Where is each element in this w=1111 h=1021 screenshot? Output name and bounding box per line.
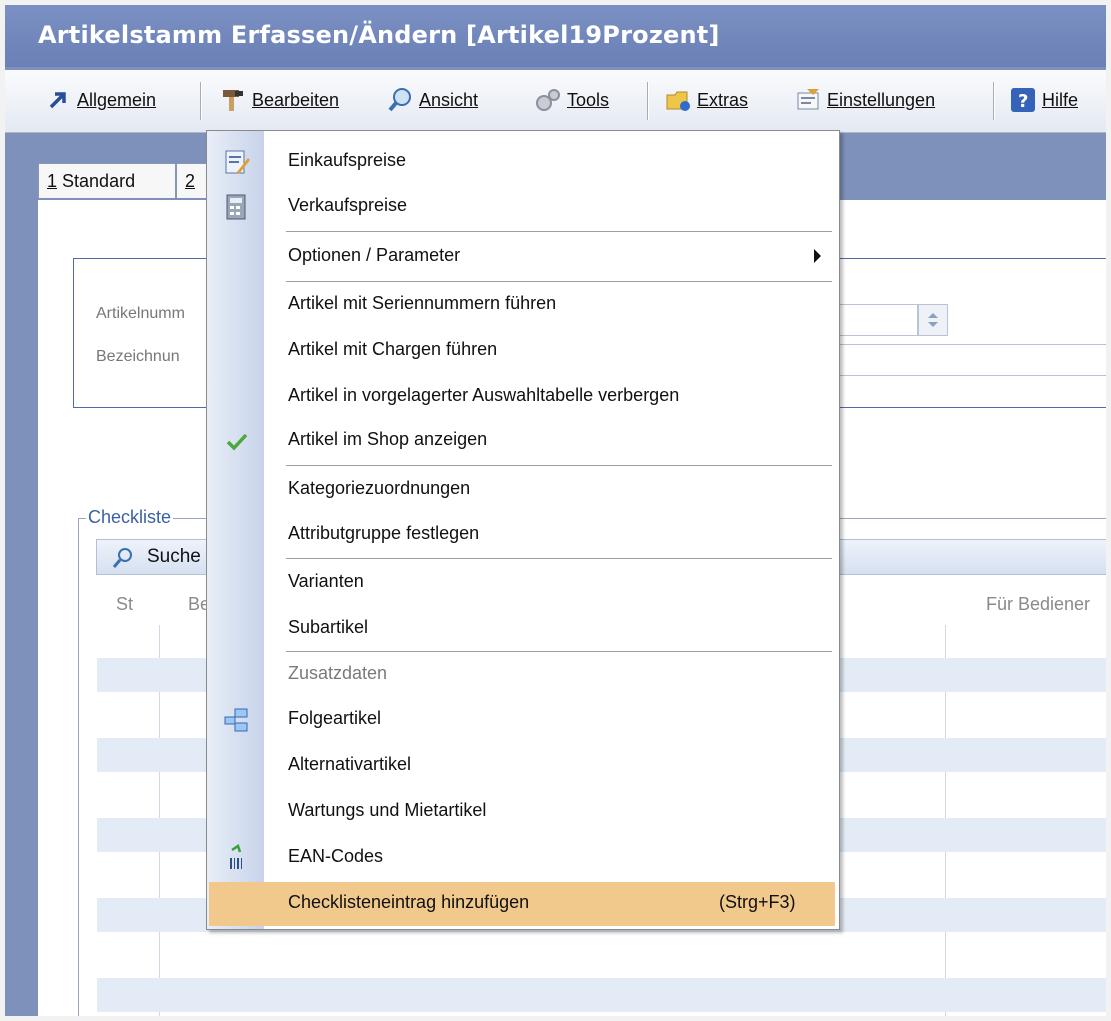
- menu-item-ean-codes[interactable]: EAN-Codes: [209, 836, 835, 880]
- title-bar: Artikelstamm Erfassen/Ändern [Artikel19P…: [5, 5, 1106, 67]
- menu-item-label: Verkaufspreise: [288, 195, 408, 215]
- menu-item-label: Folgeartikel: [288, 708, 382, 728]
- menu-item-label: EAN-Codes: [288, 846, 384, 866]
- menu-bearbeiten-label: Bearbeiten: [252, 89, 340, 110]
- magnifier-icon: [387, 87, 413, 113]
- menu-einstellungen[interactable]: Einstellungen: [795, 83, 935, 117]
- checklist-legend: Checkliste: [86, 507, 174, 528]
- menu-item-subartikel[interactable]: Subartikel: [209, 607, 835, 651]
- menu-item-label: Wartungs und Mietartikel: [288, 800, 487, 820]
- menu-item-kategoriezuordnungen[interactable]: Kategoriezuordnungen: [209, 468, 835, 512]
- column-header-fuer-bediener[interactable]: Für Bediener: [986, 594, 1090, 615]
- bezeichnung-label: Bezeichnun: [96, 348, 180, 365]
- menu-item-wartungs-mietartikel[interactable]: Wartungs und Mietartikel: [209, 790, 835, 834]
- menu-separator: [286, 281, 832, 282]
- menu-bar: Allgemein Bearbeiten Ansicht Tools Extra…: [5, 70, 1106, 133]
- menu-item-attributgruppe[interactable]: Attributgruppe festlegen: [209, 513, 835, 557]
- settings-icon: [795, 87, 821, 113]
- window-title: Artikelstamm Erfassen/Ändern [Artikel19P…: [38, 21, 720, 49]
- menu-item-label: Subartikel: [288, 617, 369, 637]
- menu-item-label: Varianten: [288, 571, 364, 591]
- folder-icon: [665, 87, 691, 113]
- menu-separator: [286, 465, 832, 466]
- menu-extras[interactable]: Extras: [665, 83, 748, 117]
- menu-item-auswahltabelle-verbergen[interactable]: Artikel in vorgelagerter Auswahltabelle …: [209, 375, 835, 419]
- menu-bearbeiten[interactable]: Bearbeiten: [220, 83, 339, 117]
- menu-item-checklisteneintrag-hinzufuegen[interactable]: Checklisteneintrag hinzufügen (Strg+F3): [209, 882, 835, 926]
- tab-standard-number: 1: [47, 171, 58, 191]
- menu-item-seriennummern[interactable]: Artikel mit Seriennummern führen: [209, 283, 835, 327]
- checkmark-icon: [223, 427, 251, 455]
- menu-item-shortcut: (Strg+F3): [719, 892, 796, 912]
- menu-item-einkaufspreise[interactable]: Einkaufspreise: [209, 140, 835, 184]
- bearbeiten-dropdown-menu: Einkaufspreise Verkaufspreise Optionen /…: [206, 130, 840, 930]
- svg-text:?: ?: [1018, 91, 1028, 112]
- menu-item-label: Artikel mit Chargen führen: [288, 339, 498, 359]
- search-icon: [112, 548, 132, 568]
- menu-tools[interactable]: Tools: [535, 83, 609, 117]
- menu-item-label: Checklisteneintrag hinzufügen: [288, 892, 530, 912]
- menu-item-zusatzdaten: Zusatzdaten: [209, 653, 835, 697]
- calculator-icon: [223, 193, 251, 221]
- column-header-st[interactable]: St: [116, 594, 133, 615]
- barcode-icon: [223, 844, 251, 872]
- menu-item-label: Attributgruppe festlegen: [288, 523, 480, 543]
- menu-item-label: Artikel mit Seriennummern führen: [288, 293, 557, 313]
- menu-item-label: Artikel in vorgelagerter Auswahltabelle …: [288, 385, 680, 405]
- menu-item-shop-anzeigen[interactable]: Artikel im Shop anzeigen: [209, 419, 835, 463]
- menu-extras-label: Extras: [697, 89, 749, 110]
- tab-2-number: 2: [185, 171, 196, 191]
- menu-item-varianten[interactable]: Varianten: [209, 561, 835, 605]
- menu-item-chargen[interactable]: Artikel mit Chargen führen: [209, 329, 835, 373]
- bezeichnung-input[interactable]: [838, 344, 1106, 376]
- artikelnummer-input[interactable]: [838, 304, 918, 336]
- grid-row[interactable]: [97, 978, 1106, 1012]
- menu-einstellungen-label: Einstellungen: [827, 89, 936, 110]
- hammer-icon: [220, 87, 246, 113]
- menu-tools-label: Tools: [567, 89, 610, 110]
- menu-separator: [286, 558, 832, 559]
- menu-item-label: Einkaufspreise: [288, 150, 407, 170]
- search-label: Suche: [147, 546, 201, 567]
- menu-item-label: Optionen / Parameter: [288, 245, 461, 265]
- menu-separator: [286, 231, 832, 232]
- menu-item-label: Alternativartikel: [288, 754, 412, 774]
- menu-separator: [993, 82, 994, 120]
- menu-allgemein[interactable]: Allgemein: [45, 83, 156, 117]
- menu-separator: [647, 82, 648, 120]
- submenu-arrow-icon: [814, 249, 821, 263]
- tree-icon: [223, 706, 251, 734]
- arrow-icon: [45, 87, 71, 113]
- artikelnummer-spinner[interactable]: [918, 304, 948, 336]
- help-icon: ?: [1010, 87, 1036, 113]
- menu-item-label: Kategoriezuordnungen: [288, 478, 471, 498]
- gears-icon: [535, 87, 561, 113]
- menu-item-label: Zusatzdaten: [288, 663, 388, 683]
- menu-hilfe[interactable]: ? Hilfe: [1010, 83, 1078, 117]
- artikelnummer-label: Artikelnumm: [96, 305, 185, 322]
- menu-item-label: Artikel im Shop anzeigen: [288, 429, 488, 449]
- menu-item-folgeartikel[interactable]: Folgeartikel: [209, 698, 835, 742]
- menu-separator: [200, 82, 201, 120]
- menu-hilfe-label: Hilfe: [1042, 89, 1079, 110]
- menu-separator: [286, 651, 832, 652]
- menu-item-verkaufspreise[interactable]: Verkaufspreise: [209, 185, 835, 229]
- menu-item-optionen-parameter[interactable]: Optionen / Parameter: [209, 235, 835, 279]
- tab-standard-label: Standard: [62, 171, 136, 191]
- menu-item-alternativartikel[interactable]: Alternativartikel: [209, 744, 835, 788]
- menu-ansicht[interactable]: Ansicht: [387, 83, 478, 117]
- edit-icon: [223, 148, 251, 176]
- menu-allgemein-label: Allgemein: [77, 89, 157, 110]
- tab-standard[interactable]: 1 Standard: [38, 163, 176, 198]
- menu-ansicht-label: Ansicht: [419, 89, 479, 110]
